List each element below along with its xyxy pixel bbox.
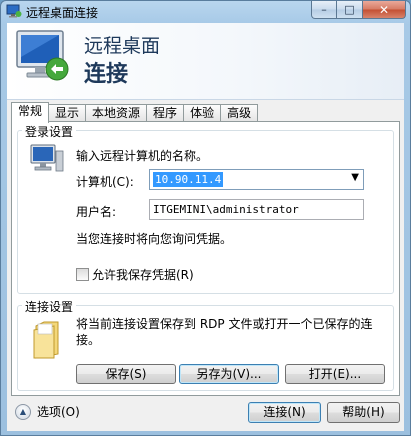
connect-button[interactable]: 连接(N) xyxy=(248,402,321,423)
save-as-button[interactable]: 另存为(V)... xyxy=(179,364,279,384)
computer-label: 计算机(C): xyxy=(76,175,134,189)
allow-save-credentials-row[interactable]: 允许我保存凭据(R) xyxy=(76,266,194,283)
remote-desktop-window: 远程桌面连接 – □ ✕ 远程桌面 连接 常规 显示 本地资源 程序 体验 高级 xyxy=(0,0,411,436)
options-label[interactable]: 选项(O) xyxy=(37,403,80,420)
options-toggle[interactable]: ▲ 选项(O) xyxy=(15,403,80,420)
tab-experience[interactable]: 体验 xyxy=(183,104,222,122)
allow-save-credentials-label[interactable]: 允许我保存凭据(R) xyxy=(92,266,194,283)
save-button[interactable]: 保存(S) xyxy=(76,364,176,384)
dropdown-arrow-icon[interactable]: ▼ xyxy=(351,172,359,183)
title-bar[interactable]: 远程桌面连接 – □ ✕ xyxy=(1,1,410,23)
connection-settings-group: 连接设置 将当前连接设置保存到 RDP 文件或打开一个已保存的连接。 保存(S)… xyxy=(17,298,394,391)
caption-buttons: – □ ✕ xyxy=(311,1,406,19)
close-button[interactable]: ✕ xyxy=(363,1,406,19)
computer-name-prompt: 输入远程计算机的名称。 xyxy=(76,149,209,163)
allow-save-credentials-checkbox[interactable] xyxy=(76,268,89,281)
username-label: 用户名: xyxy=(76,205,117,219)
window-title: 远程桌面连接 xyxy=(26,6,99,20)
header-title: 连接 xyxy=(84,62,129,87)
tab-display[interactable]: 显示 xyxy=(48,104,87,122)
logon-settings-legend: 登录设置 xyxy=(22,123,77,140)
tab-programs[interactable]: 程序 xyxy=(146,104,185,122)
header-banner: 远程桌面 连接 xyxy=(7,23,404,100)
folder-icon xyxy=(33,321,59,359)
header-subtitle: 远程桌面 xyxy=(84,35,161,57)
tab-advanced[interactable]: 高级 xyxy=(220,104,259,122)
tab-strip: 常规 显示 本地资源 程序 体验 高级 xyxy=(11,102,259,123)
connection-settings-description: 将当前连接设置保存到 RDP 文件或打开一个已保存的连接。 xyxy=(76,317,373,347)
computer-value[interactable]: 10.90.11.4 xyxy=(153,172,224,187)
open-button[interactable]: 打开(E)... xyxy=(285,364,385,384)
computer-combobox[interactable]: 10.90.11.4 ▼ xyxy=(149,169,364,190)
computer-icon xyxy=(30,144,64,172)
general-tab-panel: 登录设置 输入远程计算机的名称。 计算机(C): 10.90.11.4 ▼ 用户… xyxy=(11,121,400,396)
help-button[interactable]: 帮助(H) xyxy=(327,402,400,423)
maximize-button[interactable]: □ xyxy=(337,1,363,19)
credentials-note: 当您连接时将向您询问凭据。 xyxy=(76,232,233,246)
chevron-up-icon[interactable]: ▲ xyxy=(15,403,31,420)
dialog-content: 常规 显示 本地资源 程序 体验 高级 登录设置 输入远程计算机的名称。 计算机… xyxy=(7,100,404,431)
username-field[interactable]: ITGEMINI\administrator xyxy=(149,199,364,220)
minimize-button[interactable]: – xyxy=(311,1,337,19)
connection-settings-legend: 连接设置 xyxy=(22,298,77,315)
remote-desktop-icon xyxy=(6,4,22,18)
tab-local-resources[interactable]: 本地资源 xyxy=(85,104,148,122)
tab-general[interactable]: 常规 xyxy=(11,102,50,123)
monitor-icon xyxy=(16,30,69,81)
logon-settings-group: 登录设置 输入远程计算机的名称。 计算机(C): 10.90.11.4 ▼ 用户… xyxy=(17,123,394,294)
